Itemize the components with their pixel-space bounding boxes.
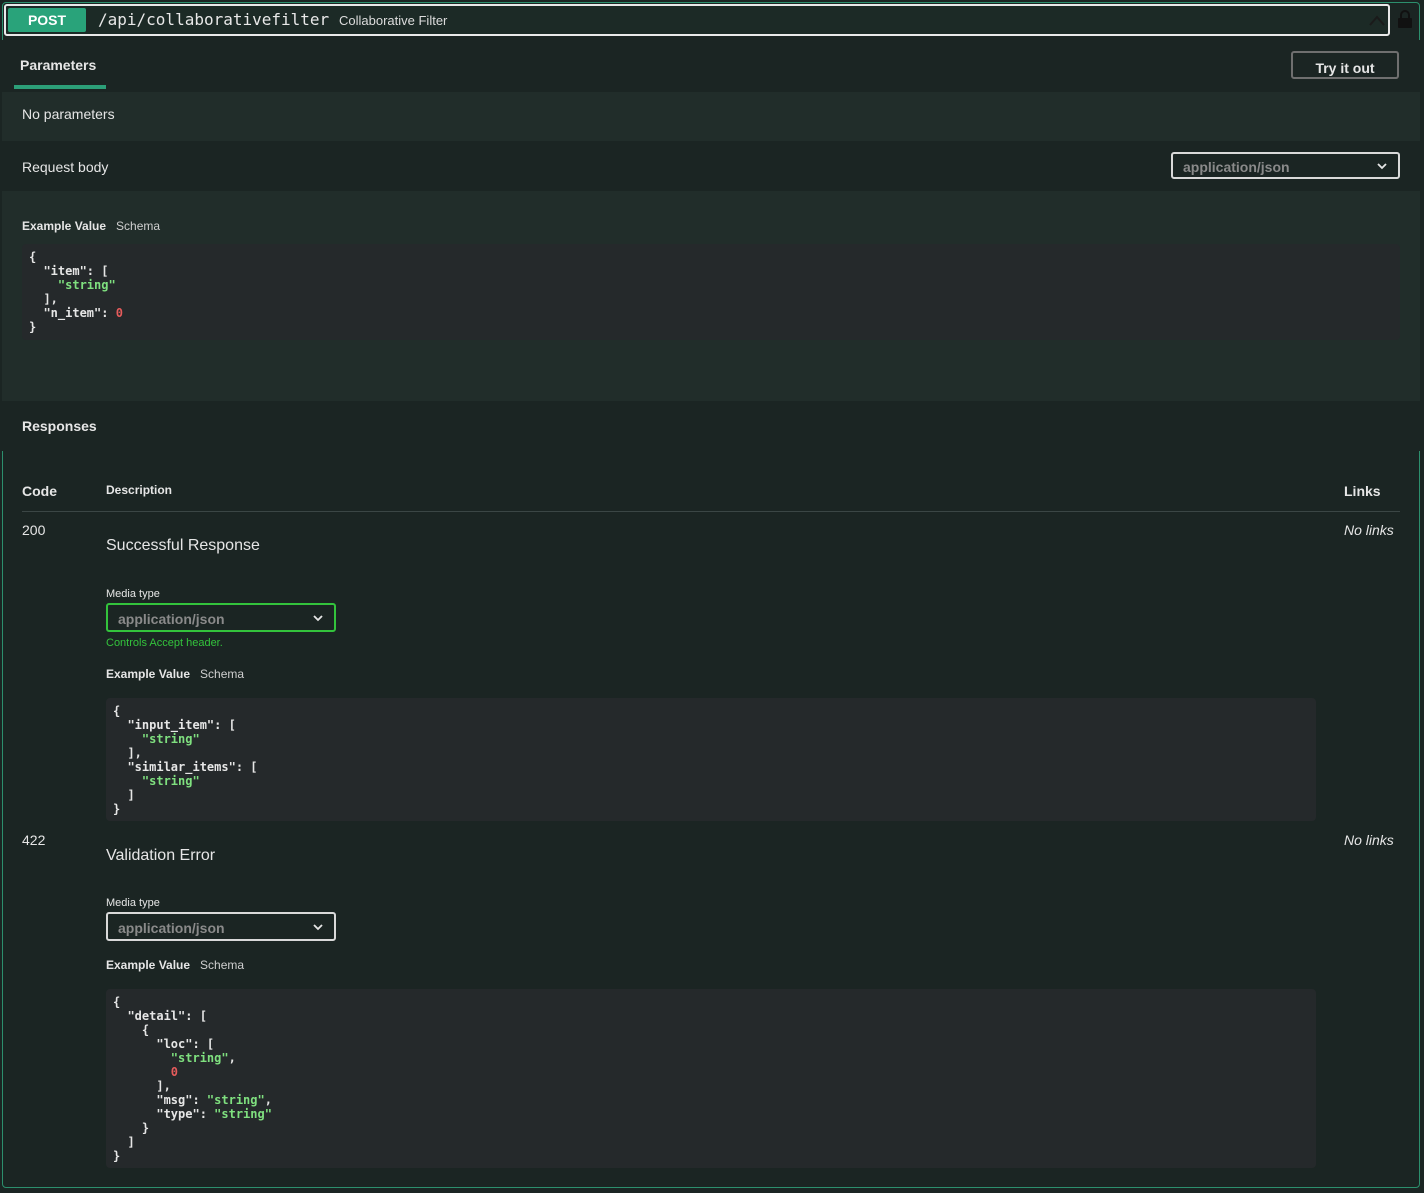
- schema-tab[interactable]: Schema: [200, 958, 244, 972]
- response-example-code: { "input_item": [ "string" ], "similar_i…: [106, 698, 1316, 821]
- media-type-label: Media type: [106, 897, 160, 909]
- request-example-code: { "item": [ "string" ], "n_item": 0 }: [22, 244, 1400, 340]
- tabs-header: [2, 40, 1420, 92]
- method-badge: POST: [8, 8, 86, 32]
- endpoint-path: /api/collaborativefilter: [98, 10, 330, 29]
- response-media-type-select[interactable]: application/json: [106, 603, 336, 632]
- response-description: Successful Response: [106, 537, 260, 554]
- request-example-tabs: Example Value Schema: [22, 219, 160, 233]
- chevron-down-icon: [1377, 163, 1387, 170]
- response-example-tabs: Example Value Schema: [106, 667, 244, 681]
- col-code: Code: [22, 483, 57, 499]
- tab-underline: [14, 85, 106, 89]
- schema-tab[interactable]: Schema: [116, 219, 160, 233]
- select-value: application/json: [118, 920, 225, 936]
- response-example-code: { "detail": [ { "loc": [ "string", 0 ], …: [106, 989, 1316, 1168]
- operation-summary[interactable]: POST /api/collaborativefilter Collaborat…: [4, 4, 1390, 36]
- endpoint-description: Collaborative Filter: [339, 13, 448, 28]
- lock-icon[interactable]: [1397, 10, 1413, 28]
- request-body-label: Request body: [22, 159, 109, 175]
- request-content-type-select[interactable]: application/json: [1171, 152, 1400, 179]
- example-value-tab[interactable]: Example Value: [106, 958, 190, 972]
- example-value-tab[interactable]: Example Value: [22, 219, 106, 233]
- divider: [22, 511, 1400, 512]
- select-value: application/json: [1183, 159, 1290, 175]
- response-example-tabs: Example Value Schema: [106, 958, 244, 972]
- response-description: Validation Error: [106, 847, 216, 864]
- response-media-type-select[interactable]: application/json: [106, 912, 336, 941]
- select-value: application/json: [118, 611, 225, 627]
- controls-accept-note: Controls Accept header.: [106, 637, 223, 649]
- chevron-down-icon: [313, 615, 323, 622]
- parameters-section: [2, 92, 1420, 141]
- chevron-up-icon[interactable]: [1368, 12, 1386, 30]
- schema-tab[interactable]: Schema: [200, 667, 244, 681]
- response-code: 422: [22, 832, 46, 848]
- chevron-down-icon: [313, 924, 323, 931]
- response-code: 200: [22, 522, 46, 538]
- tab-parameters[interactable]: Parameters: [20, 57, 96, 73]
- example-value-tab[interactable]: Example Value: [106, 667, 190, 681]
- response-links: No links: [1344, 832, 1394, 848]
- try-it-out-button[interactable]: Try it out: [1291, 51, 1399, 79]
- media-type-label: Media type: [106, 588, 160, 600]
- no-parameters-text: No parameters: [22, 106, 115, 122]
- col-description: Description: [106, 483, 173, 497]
- col-links: Links: [1344, 483, 1381, 499]
- responses-header: [2, 401, 1420, 451]
- responses-title: Responses: [22, 418, 97, 434]
- response-links: No links: [1344, 522, 1394, 538]
